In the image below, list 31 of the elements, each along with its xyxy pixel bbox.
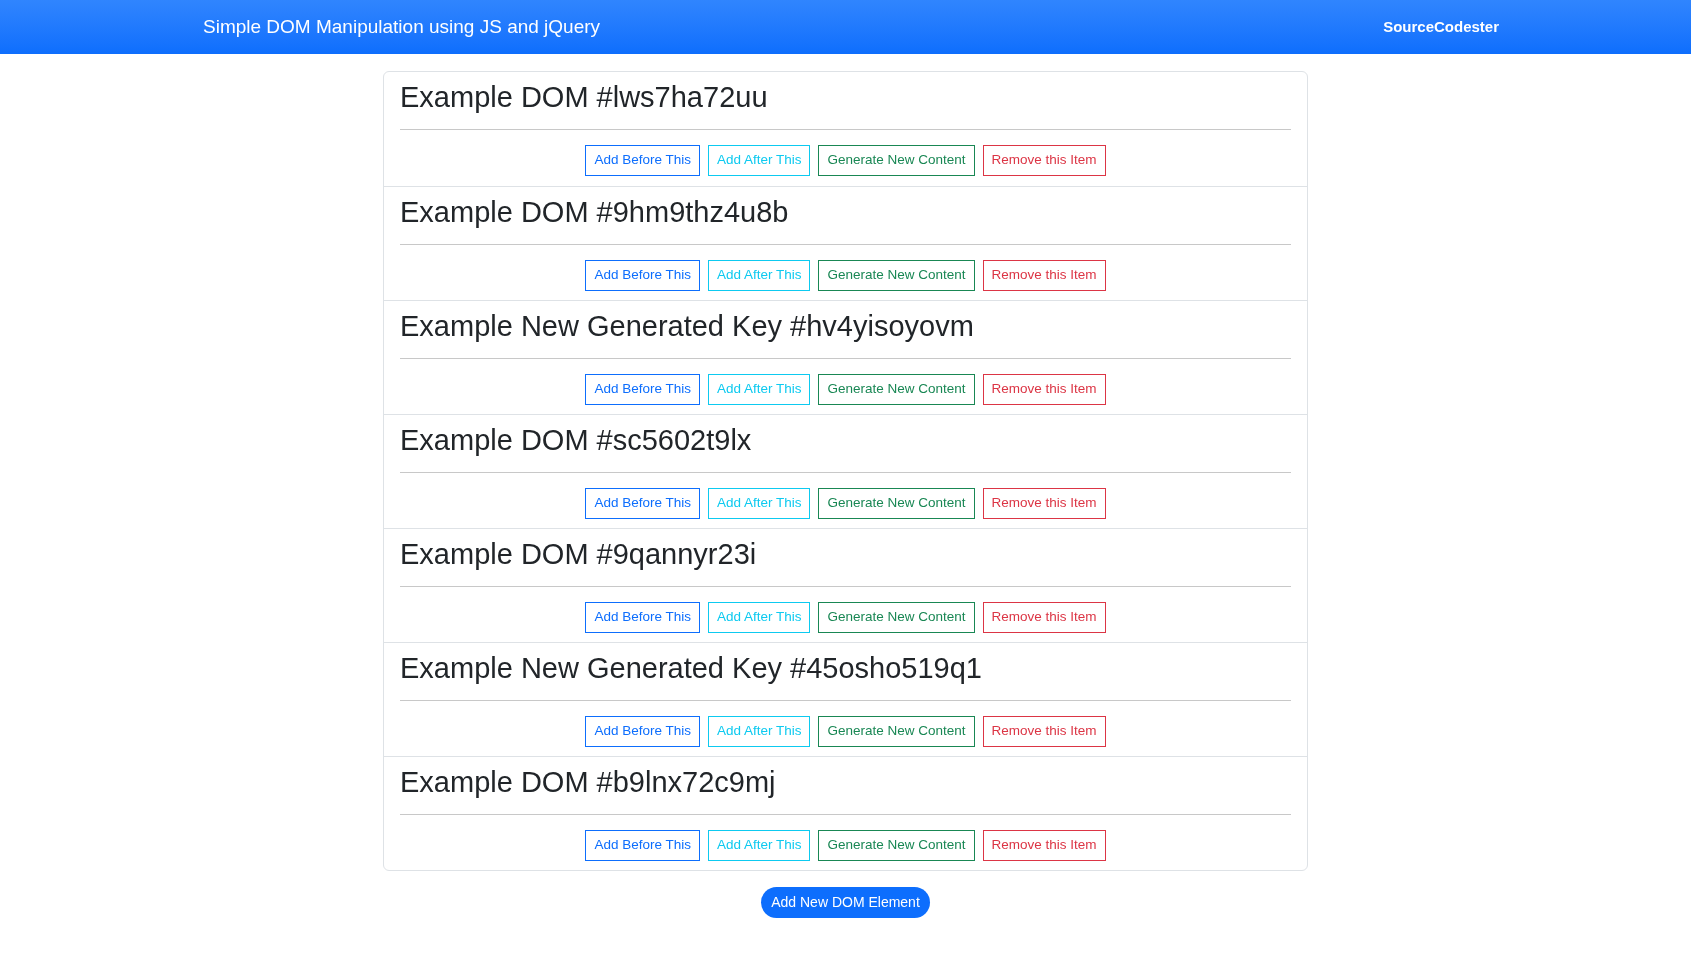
remove-item-button[interactable]: Remove this Item — [982, 488, 1106, 519]
remove-item-button[interactable]: Remove this Item — [982, 374, 1106, 405]
add-before-button[interactable]: Add Before This — [585, 374, 700, 405]
generate-content-button[interactable]: Generate New Content — [818, 602, 975, 633]
add-before-button[interactable]: Add Before This — [585, 602, 700, 633]
remove-item-button[interactable]: Remove this Item — [982, 602, 1106, 633]
item-title: Example New Generated Key #45osho519q1 — [400, 651, 983, 686]
brand-link[interactable]: SourceCodester — [1383, 15, 1499, 39]
item-title: Example DOM #9qannyr23i — [400, 537, 758, 572]
add-before-button[interactable]: Add Before This — [585, 145, 700, 176]
add-before-button[interactable]: Add Before This — [585, 260, 700, 291]
item-title: Example DOM #sc5602t9lx — [400, 423, 753, 458]
generate-content-button[interactable]: Generate New Content — [818, 488, 975, 519]
item-title: Example DOM #9hm9thz4u8b — [400, 195, 790, 230]
remove-item-button[interactable]: Remove this Item — [982, 830, 1106, 861]
navbar-title[interactable]: Simple DOM Manipulation using JS and jQuery — [203, 12, 601, 42]
remove-item-button[interactable]: Remove this Item — [982, 260, 1106, 291]
add-before-button[interactable]: Add Before This — [585, 830, 700, 861]
add-before-button[interactable]: Add Before This — [585, 488, 700, 519]
item-title: Example New Generated Key #hv4yisoyovm — [400, 309, 975, 344]
generate-content-button[interactable]: Generate New Content — [818, 374, 975, 405]
generate-content-button[interactable]: Generate New Content — [818, 260, 975, 291]
add-element-button[interactable]: Add New DOM Element — [761, 887, 930, 918]
generate-content-button[interactable]: Generate New Content — [818, 145, 975, 176]
item-title: Example DOM #lws7ha72uu — [400, 80, 769, 115]
generate-content-button[interactable]: Generate New Content — [818, 830, 975, 861]
add-before-button[interactable]: Add Before This — [585, 716, 700, 747]
generate-content-button[interactable]: Generate New Content — [818, 716, 975, 747]
remove-item-button[interactable]: Remove this Item — [982, 145, 1106, 176]
remove-item-button[interactable]: Remove this Item — [982, 716, 1106, 747]
item-title: Example DOM #b9lnx72c9mj — [400, 765, 777, 800]
